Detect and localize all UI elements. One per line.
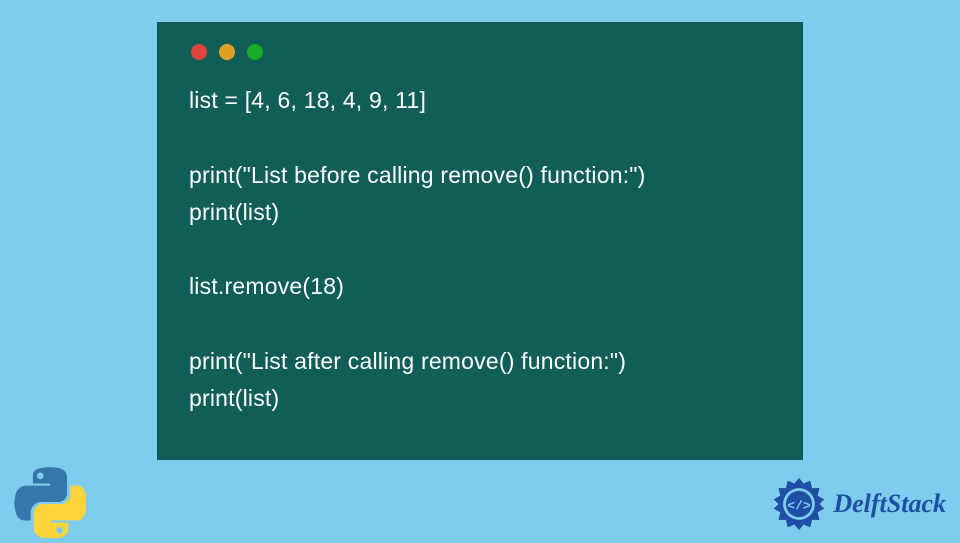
window-traffic-lights [191, 44, 771, 60]
delftstack-logo: </> DelftStack [771, 476, 946, 532]
close-icon [191, 44, 207, 60]
svg-text:</>: </> [788, 499, 812, 514]
python-logo-icon [14, 466, 86, 538]
minimize-icon [219, 44, 235, 60]
maximize-icon [247, 44, 263, 60]
delftstack-name: DelftStack [833, 489, 946, 519]
code-block: list = [4, 6, 18, 4, 9, 11] print("List … [189, 82, 771, 417]
code-window: list = [4, 6, 18, 4, 9, 11] print("List … [157, 22, 803, 460]
delftstack-badge-icon: </> [771, 476, 827, 532]
